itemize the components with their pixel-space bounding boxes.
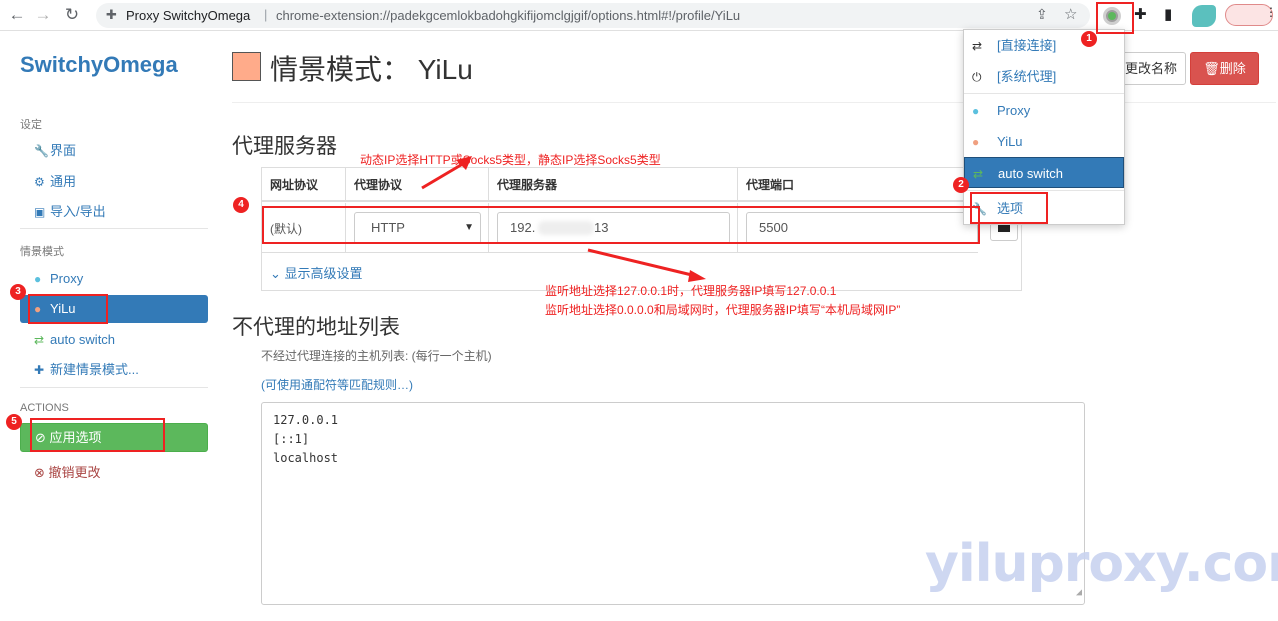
annotation-protocol-note: 动态IP选择HTTP或Socks5类型，静态IP选择Socks5类型 — [360, 153, 661, 167]
annotation-listen-note-1: 监听地址选择127.0.0.1时，代理服务器IP填写127.0.0.1 — [545, 284, 837, 298]
annotation-listen-note-2: 监听地址选择0.0.0.0和局域网时，代理服务器IP填写“本机局域网IP” — [545, 303, 901, 317]
arrow-head — [688, 270, 706, 282]
watermark: yiluproxy.com — [925, 534, 1278, 594]
arrow-to-server — [587, 248, 697, 278]
